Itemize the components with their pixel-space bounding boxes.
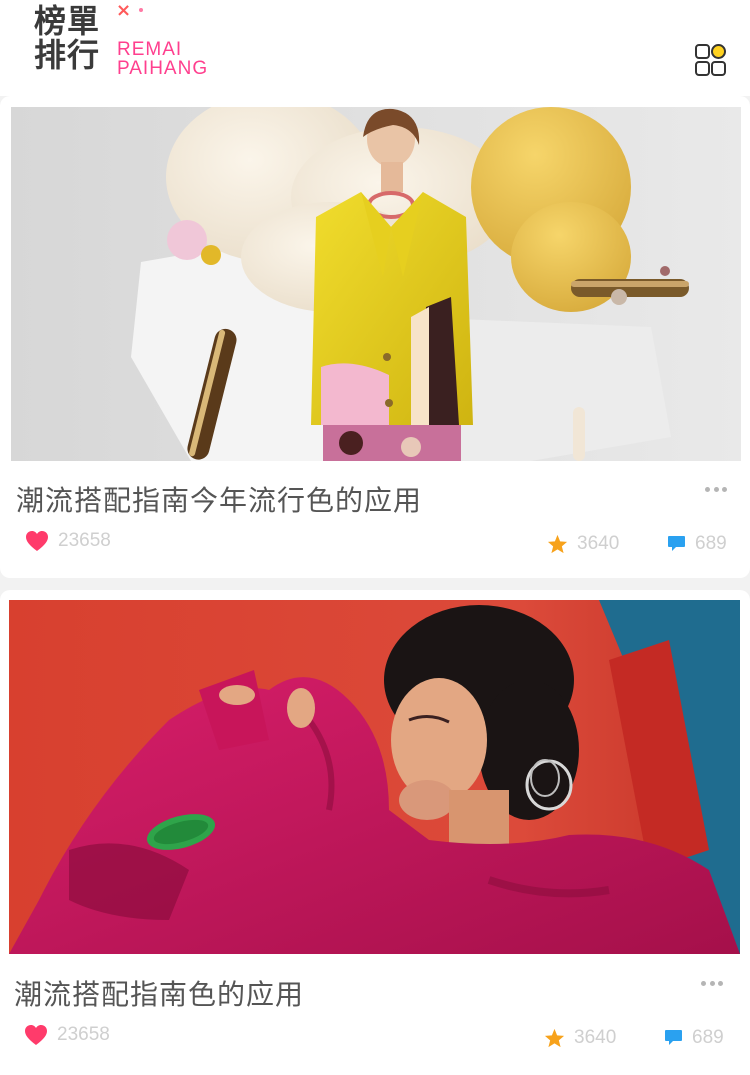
more-dot-icon — [722, 486, 727, 492]
likes-stat[interactable]: 23658 — [24, 1024, 110, 1046]
article-photo[interactable] — [9, 600, 740, 954]
grid-menu-icon — [695, 44, 726, 76]
comments-stat[interactable]: 689 — [667, 533, 727, 555]
likes-stat[interactable]: 23658 — [25, 530, 111, 552]
comments-count: 689 — [692, 1027, 724, 1048]
likes-count: 23658 — [58, 530, 111, 551]
more-dot-icon — [713, 486, 719, 492]
comment-icon — [668, 536, 685, 551]
logo-en-line2: PAIHANG — [117, 58, 209, 79]
app-header: 榜單 排行 × REMAI PAIHANG — [0, 0, 750, 96]
heart-icon — [26, 531, 48, 551]
more-options-button[interactable] — [701, 978, 723, 988]
more-options-button[interactable] — [705, 484, 727, 494]
more-dot-icon — [709, 980, 715, 986]
comments-count: 689 — [695, 533, 727, 554]
heart-icon — [25, 1025, 47, 1045]
comments-stat[interactable]: 689 — [664, 1027, 724, 1049]
comment-icon — [665, 1030, 682, 1045]
favorites-stat[interactable]: 3640 — [547, 533, 619, 555]
logo-dot — [139, 8, 143, 12]
more-dot-icon — [705, 486, 710, 492]
article-title[interactable]: 潮流搭配指南色的应用 — [14, 973, 304, 1013]
article-card[interactable]: 潮流搭配指南色的应用 23658 3640 689 — [0, 590, 750, 1075]
stars-count: 3640 — [577, 533, 620, 554]
more-dot-icon — [718, 980, 723, 986]
logo-zh-line2: 排行 — [31, 37, 114, 74]
article-card[interactable]: 潮流搭配指南今年流行色的应用 23658 3640 689 — [0, 96, 750, 578]
logo-english: REMAI PAIHANG — [117, 40, 208, 78]
logo-x-mark: × — [116, 0, 132, 21]
stars-count: 3640 — [574, 1027, 617, 1048]
more-dot-icon — [701, 980, 706, 986]
article-title[interactable]: 潮流搭配指南今年流行色的应用 — [16, 479, 422, 519]
logo-zh-line1: 榜單 — [31, 3, 114, 40]
likes-count: 23658 — [57, 1024, 110, 1045]
article-photo[interactable] — [11, 107, 741, 461]
star-icon — [544, 1028, 565, 1048]
star-icon — [547, 534, 568, 554]
logo-en-line1: REMAI — [117, 39, 183, 60]
favorites-stat[interactable]: 3640 — [544, 1027, 616, 1049]
logo-chinese: 榜單 排行 — [31, 3, 114, 84]
grid-menu-button[interactable] — [694, 43, 728, 77]
